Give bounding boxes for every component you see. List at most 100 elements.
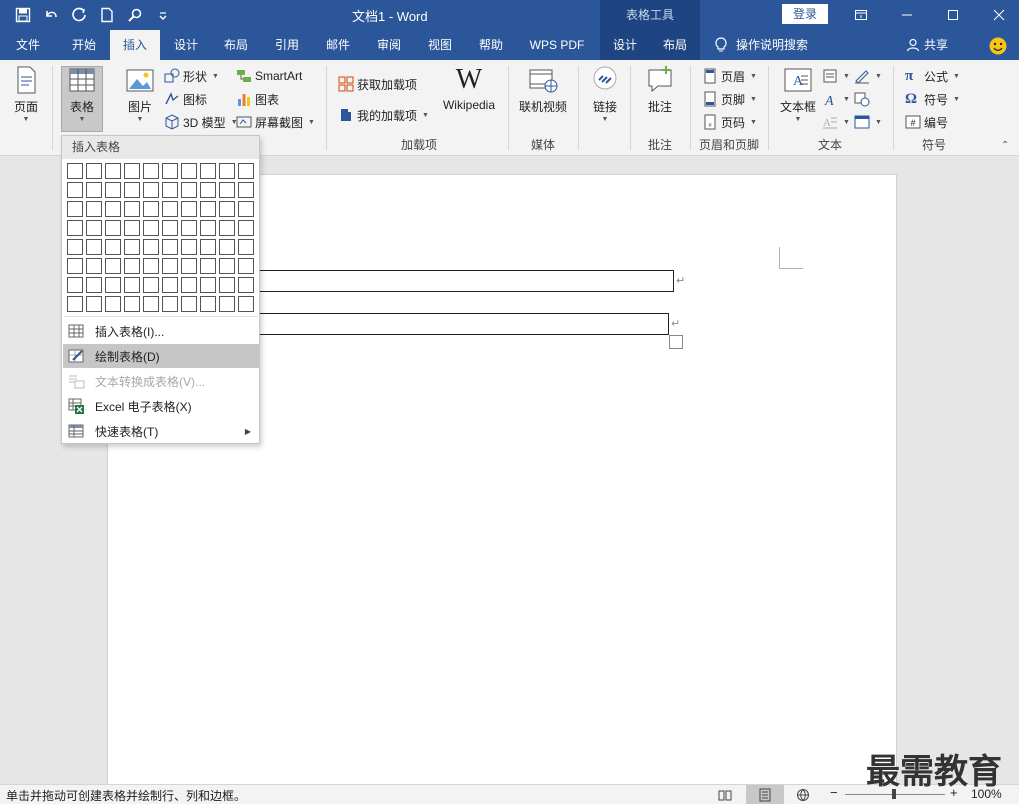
grid-cell[interactable] bbox=[238, 201, 254, 217]
grid-cell[interactable] bbox=[105, 163, 121, 179]
grid-cell[interactable] bbox=[238, 163, 254, 179]
grid-cell[interactable] bbox=[143, 277, 159, 293]
grid-cell[interactable] bbox=[200, 201, 216, 217]
my-addins-button[interactable]: 我的加载项 ▼ bbox=[338, 105, 429, 125]
grid-cell[interactable] bbox=[143, 296, 159, 312]
login-button[interactable]: 登录 bbox=[782, 4, 828, 24]
picture-button[interactable]: 图片 ▼ bbox=[124, 64, 156, 123]
grid-cell[interactable] bbox=[124, 201, 140, 217]
tab-design[interactable]: 设计 bbox=[162, 30, 210, 60]
screenshot-button[interactable]: 屏幕截图 ▼ bbox=[236, 112, 315, 132]
grid-cell[interactable] bbox=[181, 182, 197, 198]
tab-review[interactable]: 审阅 bbox=[365, 30, 413, 60]
menu-item-convert-text[interactable]: 文本转换成表格(V)... bbox=[63, 369, 259, 393]
grid-cell[interactable] bbox=[86, 163, 102, 179]
smartart-button[interactable]: SmartArt bbox=[236, 66, 302, 86]
drop-cap-button[interactable]: A ▼ bbox=[822, 112, 850, 132]
grid-cell[interactable] bbox=[143, 182, 159, 198]
page-number-button[interactable]: # 页码 ▼ bbox=[702, 112, 757, 132]
maximize-icon[interactable] bbox=[930, 0, 976, 30]
grid-cell[interactable] bbox=[219, 277, 235, 293]
date-time-button[interactable] bbox=[854, 89, 870, 109]
get-addins-button[interactable]: 获取加载项 bbox=[338, 74, 417, 94]
pages-button[interactable]: 页面 ▼ bbox=[8, 64, 44, 123]
equation-button[interactable]: π 公式 ▼ bbox=[905, 66, 960, 86]
grid-cell[interactable] bbox=[181, 201, 197, 217]
grid-cell[interactable] bbox=[162, 277, 178, 293]
grid-cell[interactable] bbox=[105, 220, 121, 236]
tab-wps-pdf[interactable]: WPS PDF bbox=[520, 30, 594, 60]
grid-cell[interactable] bbox=[238, 277, 254, 293]
grid-cell[interactable] bbox=[238, 296, 254, 312]
grid-cell[interactable] bbox=[86, 201, 102, 217]
grid-cell[interactable] bbox=[200, 258, 216, 274]
grid-cell[interactable] bbox=[200, 296, 216, 312]
grid-cell[interactable] bbox=[105, 258, 121, 274]
save-icon[interactable] bbox=[12, 4, 34, 26]
grid-cell[interactable] bbox=[105, 296, 121, 312]
signature-line-button[interactable]: ▼ bbox=[854, 66, 882, 86]
footer-button[interactable]: 页脚 ▼ bbox=[702, 89, 757, 109]
grid-cell[interactable] bbox=[181, 163, 197, 179]
tab-insert[interactable]: 插入 bbox=[110, 30, 160, 60]
menu-item-draw-table[interactable]: 绘制表格(D) bbox=[63, 344, 259, 368]
grid-cell[interactable] bbox=[162, 220, 178, 236]
grid-cell[interactable] bbox=[219, 220, 235, 236]
grid-cell[interactable] bbox=[124, 296, 140, 312]
grid-cell[interactable] bbox=[124, 277, 140, 293]
ribbon-display-options-icon[interactable] bbox=[838, 0, 884, 30]
grid-cell[interactable] bbox=[162, 201, 178, 217]
online-video-button[interactable]: 联机视频 bbox=[516, 64, 570, 115]
tab-table-design[interactable]: 设计 bbox=[600, 30, 650, 60]
grid-cell[interactable] bbox=[200, 239, 216, 255]
grid-cell[interactable] bbox=[162, 296, 178, 312]
textbox-button[interactable]: A 文本框 ▼ bbox=[778, 64, 818, 123]
new-document-icon[interactable] bbox=[96, 4, 118, 26]
grid-cell[interactable] bbox=[200, 182, 216, 198]
grid-cell[interactable] bbox=[162, 163, 178, 179]
grid-cell[interactable] bbox=[200, 163, 216, 179]
grid-cell[interactable] bbox=[86, 296, 102, 312]
grid-cell[interactable] bbox=[143, 220, 159, 236]
drawn-table-row[interactable] bbox=[258, 313, 669, 335]
tab-view[interactable]: 视图 bbox=[415, 30, 465, 60]
link-button[interactable]: 链接 ▼ bbox=[588, 64, 622, 123]
menu-item-quick-tables[interactable]: 快速表格(T) ▶ bbox=[63, 419, 259, 443]
comment-button[interactable]: 批注 bbox=[642, 64, 678, 115]
grid-cell[interactable] bbox=[162, 258, 178, 274]
grid-cell[interactable] bbox=[105, 182, 121, 198]
table-size-grid[interactable] bbox=[67, 163, 257, 315]
grid-cell[interactable] bbox=[86, 258, 102, 274]
grid-cell[interactable] bbox=[181, 277, 197, 293]
grid-cell[interactable] bbox=[238, 258, 254, 274]
grid-cell[interactable] bbox=[67, 296, 83, 312]
grid-cell[interactable] bbox=[105, 277, 121, 293]
grid-cell[interactable] bbox=[124, 163, 140, 179]
grid-cell[interactable] bbox=[219, 182, 235, 198]
tab-help[interactable]: 帮助 bbox=[467, 30, 515, 60]
grid-cell[interactable] bbox=[181, 296, 197, 312]
grid-cell[interactable] bbox=[67, 201, 83, 217]
grid-cell[interactable] bbox=[219, 239, 235, 255]
grid-cell[interactable] bbox=[143, 258, 159, 274]
grid-cell[interactable] bbox=[238, 182, 254, 198]
grid-cell[interactable] bbox=[86, 239, 102, 255]
tab-references[interactable]: 引用 bbox=[263, 30, 311, 60]
tab-layout[interactable]: 布局 bbox=[212, 30, 260, 60]
grid-cell[interactable] bbox=[181, 258, 197, 274]
tab-file[interactable]: 文件 bbox=[4, 30, 52, 60]
tab-table-layout[interactable]: 布局 bbox=[650, 30, 700, 60]
wordart-button[interactable]: A ▼ bbox=[822, 89, 850, 109]
grid-cell[interactable] bbox=[67, 277, 83, 293]
grid-cell[interactable] bbox=[162, 182, 178, 198]
grid-cell[interactable] bbox=[219, 201, 235, 217]
redo-icon[interactable] bbox=[68, 4, 90, 26]
grid-cell[interactable] bbox=[181, 239, 197, 255]
menu-item-insert-table[interactable]: 插入表格(I)... bbox=[63, 319, 259, 343]
grid-cell[interactable] bbox=[219, 258, 235, 274]
print-layout-button[interactable] bbox=[746, 785, 784, 804]
grid-cell[interactable] bbox=[67, 220, 83, 236]
numbering-button[interactable]: # 编号 bbox=[905, 112, 948, 132]
symbol-button[interactable]: Ω 符号 ▼ bbox=[905, 89, 960, 109]
grid-cell[interactable] bbox=[105, 201, 121, 217]
